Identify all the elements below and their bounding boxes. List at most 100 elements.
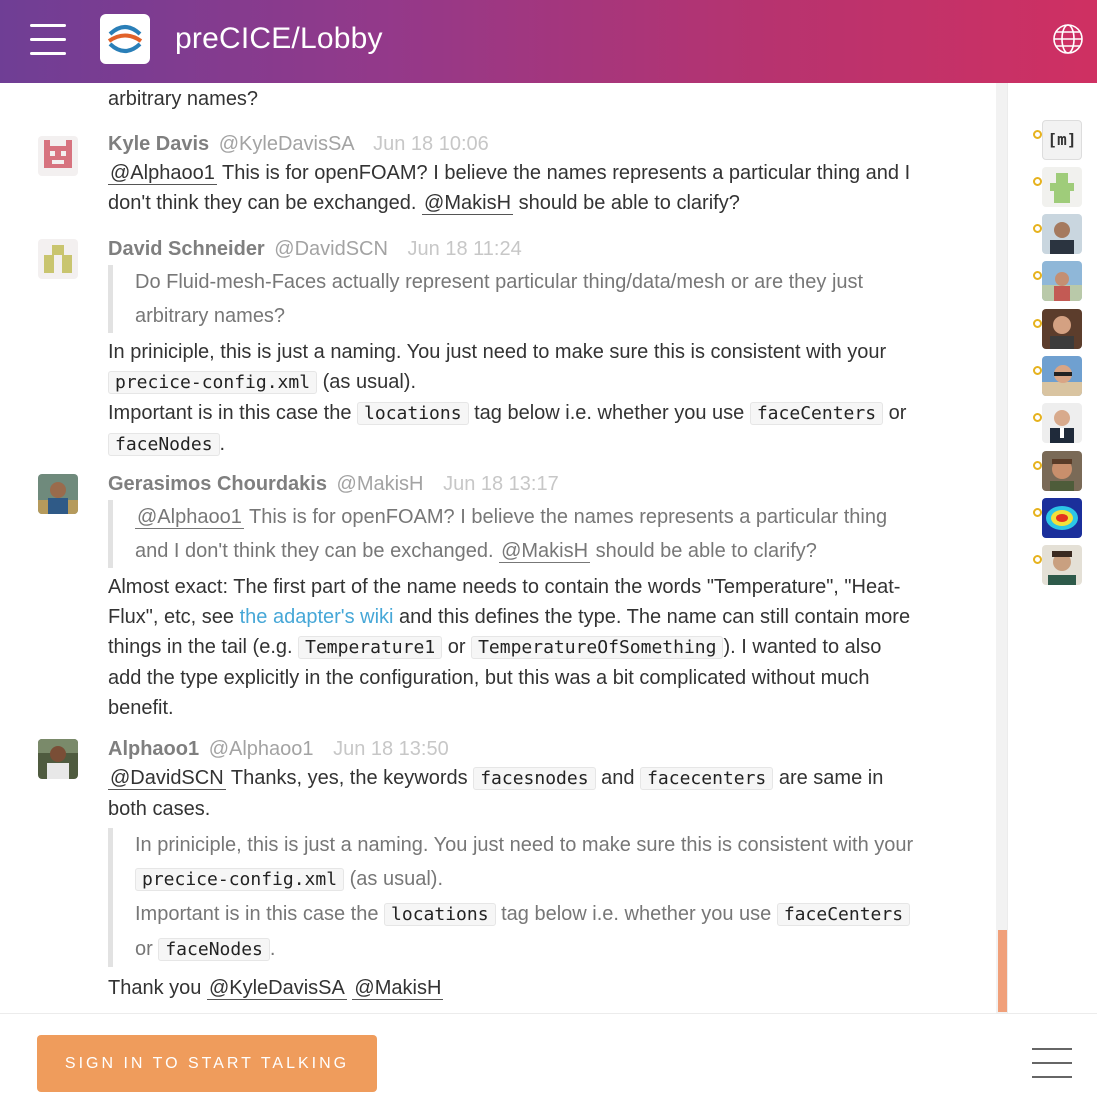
hamburger-menu-icon[interactable] — [30, 24, 66, 56]
roster-member[interactable] — [1033, 261, 1093, 303]
message-paragraph: @DavidSCN Thanks, yes, the keywords face… — [108, 763, 920, 824]
status-dot — [1033, 413, 1042, 422]
precice-logo-icon — [107, 25, 143, 53]
message-text: should be able to clarify? — [590, 540, 817, 562]
inline-code: faceCenters — [749, 402, 884, 425]
message-body: @DavidSCN Thanks, yes, the keywords face… — [108, 763, 920, 1003]
inline-code: locations — [357, 402, 469, 425]
author-handle[interactable]: @KyleDavisSA — [219, 133, 354, 155]
inline-code: precice-config.xml — [108, 371, 318, 394]
globe-icon[interactable] — [1052, 23, 1084, 55]
matrix-bridge-label: [m] — [1047, 130, 1077, 149]
roster-member[interactable] — [1033, 214, 1093, 256]
message-text: (as usual). — [344, 868, 444, 890]
avatar — [1042, 545, 1082, 585]
message-text: In priniciple, this is just a naming. Yo… — [135, 834, 914, 856]
author-name[interactable]: Gerasimos Chourdakis — [108, 473, 327, 495]
message-paragraph: In priniciple, this is just a naming. Yo… — [108, 337, 920, 398]
user-mention[interactable]: @Alphaoo1 — [108, 162, 217, 185]
author-handle[interactable]: @MakisH — [337, 473, 424, 495]
roster-member[interactable] — [1033, 451, 1093, 493]
avatar[interactable] — [38, 136, 78, 176]
message-body: Do Fluid-mesh-Faces actually represent p… — [108, 263, 920, 460]
avatar — [1042, 403, 1082, 443]
message-body: @Alphaoo1 This is for openFOAM? I believ… — [108, 498, 920, 723]
status-dot — [1033, 319, 1042, 328]
message-text: or — [883, 402, 907, 424]
author-name[interactable]: Alphaoo1 — [108, 738, 199, 760]
message-paragraph: Important is in this case the locations … — [108, 398, 920, 460]
message-text: or — [135, 938, 159, 960]
message-timestamp[interactable]: Jun 18 13:50 — [333, 738, 449, 760]
message-text: and — [595, 767, 641, 789]
roster-member[interactable]: [m] — [1033, 120, 1093, 162]
header: preCICE/Lobby — [0, 0, 1097, 83]
avatar — [1042, 167, 1082, 207]
user-mention[interactable]: @MakisH — [422, 192, 514, 215]
roster-member[interactable] — [1033, 498, 1093, 540]
message-text: In priniciple, this is just a naming. Yo… — [108, 341, 887, 363]
user-mention[interactable]: @KyleDavisSA — [206, 977, 347, 1000]
room-roster: [m] — [1008, 83, 1097, 1013]
bottom-bar: SIGN IN TO START TALKING — [0, 1013, 1097, 1103]
partial-message-text: arbitrary names? — [108, 88, 259, 110]
message-text: Important is in this case the — [108, 402, 358, 424]
status-dot — [1033, 461, 1042, 470]
message-text: should be able to clarify? — [513, 192, 740, 214]
message-body: @Alphaoo1 This is for openFOAM? I believ… — [108, 158, 920, 218]
roster-member[interactable] — [1033, 403, 1093, 445]
message-timestamp[interactable]: Jun 18 13:17 — [443, 473, 559, 495]
roster-member[interactable] — [1033, 356, 1093, 398]
inline-code: faceCenters — [776, 903, 911, 926]
message-text: . — [219, 433, 226, 455]
scrollbar-thumb[interactable] — [998, 930, 1007, 1012]
message-paragraph: Thank you @KyleDavisSA @MakisH — [108, 973, 920, 1003]
author-handle[interactable]: @Alphaoo1 — [209, 738, 314, 760]
avatar — [1042, 451, 1082, 491]
message-text: Thanks, yes, the keywords — [225, 767, 474, 789]
status-dot — [1033, 366, 1042, 375]
inline-code: locations — [384, 903, 496, 926]
avatar — [1042, 214, 1082, 254]
status-dot — [1033, 130, 1042, 139]
message-text: (as usual). — [317, 371, 417, 393]
roster-member[interactable] — [1033, 167, 1093, 209]
menu-lines-icon[interactable] — [1032, 1048, 1072, 1080]
inline-code: precice-config.xml — [135, 868, 345, 891]
user-mention[interactable]: @MakisH — [352, 977, 444, 1000]
avatar[interactable] — [38, 474, 78, 514]
user-mention[interactable]: @DavidSCN — [108, 767, 226, 790]
sign-in-button[interactable]: SIGN IN TO START TALKING — [37, 1035, 377, 1092]
message-timestamp[interactable]: Jun 18 10:06 — [373, 133, 489, 155]
message-text: or — [442, 636, 472, 658]
avatar: [m] — [1042, 120, 1082, 160]
inline-code: faceNodes — [158, 938, 270, 961]
inline-code: Temperature1 — [298, 636, 443, 659]
message-text: Thank you — [108, 977, 207, 999]
roster-member[interactable] — [1033, 545, 1093, 587]
status-dot — [1033, 224, 1042, 233]
user-mention[interactable]: @MakisH — [499, 540, 591, 563]
inline-code: TemperatureOfSomething — [471, 636, 724, 659]
room-logo[interactable] — [100, 14, 150, 64]
inline-code: facesnodes — [473, 767, 596, 790]
author-name[interactable]: Kyle Davis — [108, 133, 209, 155]
message-timestamp[interactable]: Jun 18 11:24 — [408, 238, 522, 260]
quoted-text: @Alphaoo1 This is for openFOAM? I believ… — [108, 500, 920, 568]
message-meta: David Schneider @DavidSCN Jun 18 11:24 — [108, 236, 522, 262]
avatar[interactable] — [38, 239, 78, 279]
status-dot — [1033, 271, 1042, 280]
avatar[interactable] — [38, 739, 78, 779]
message-meta: Kyle Davis @KyleDavisSA Jun 18 10:06 — [108, 131, 489, 157]
roster-member[interactable] — [1033, 309, 1093, 351]
message-list[interactable]: arbitrary names? Kyle Davis @KyleDavisSA… — [0, 83, 996, 1013]
quoted-text: In priniciple, this is just a naming. Yo… — [108, 828, 920, 967]
message-text: tag below i.e. whether you use — [495, 903, 777, 925]
author-name[interactable]: David Schneider — [108, 238, 265, 260]
avatar — [1042, 261, 1082, 301]
wiki-link[interactable]: the adapter's wiki — [240, 606, 394, 628]
user-mention[interactable]: @Alphaoo1 — [135, 506, 244, 529]
inline-code: facecenters — [640, 767, 774, 790]
author-handle[interactable]: @DavidSCN — [274, 238, 388, 260]
scrollbar-track[interactable] — [996, 83, 1007, 1013]
